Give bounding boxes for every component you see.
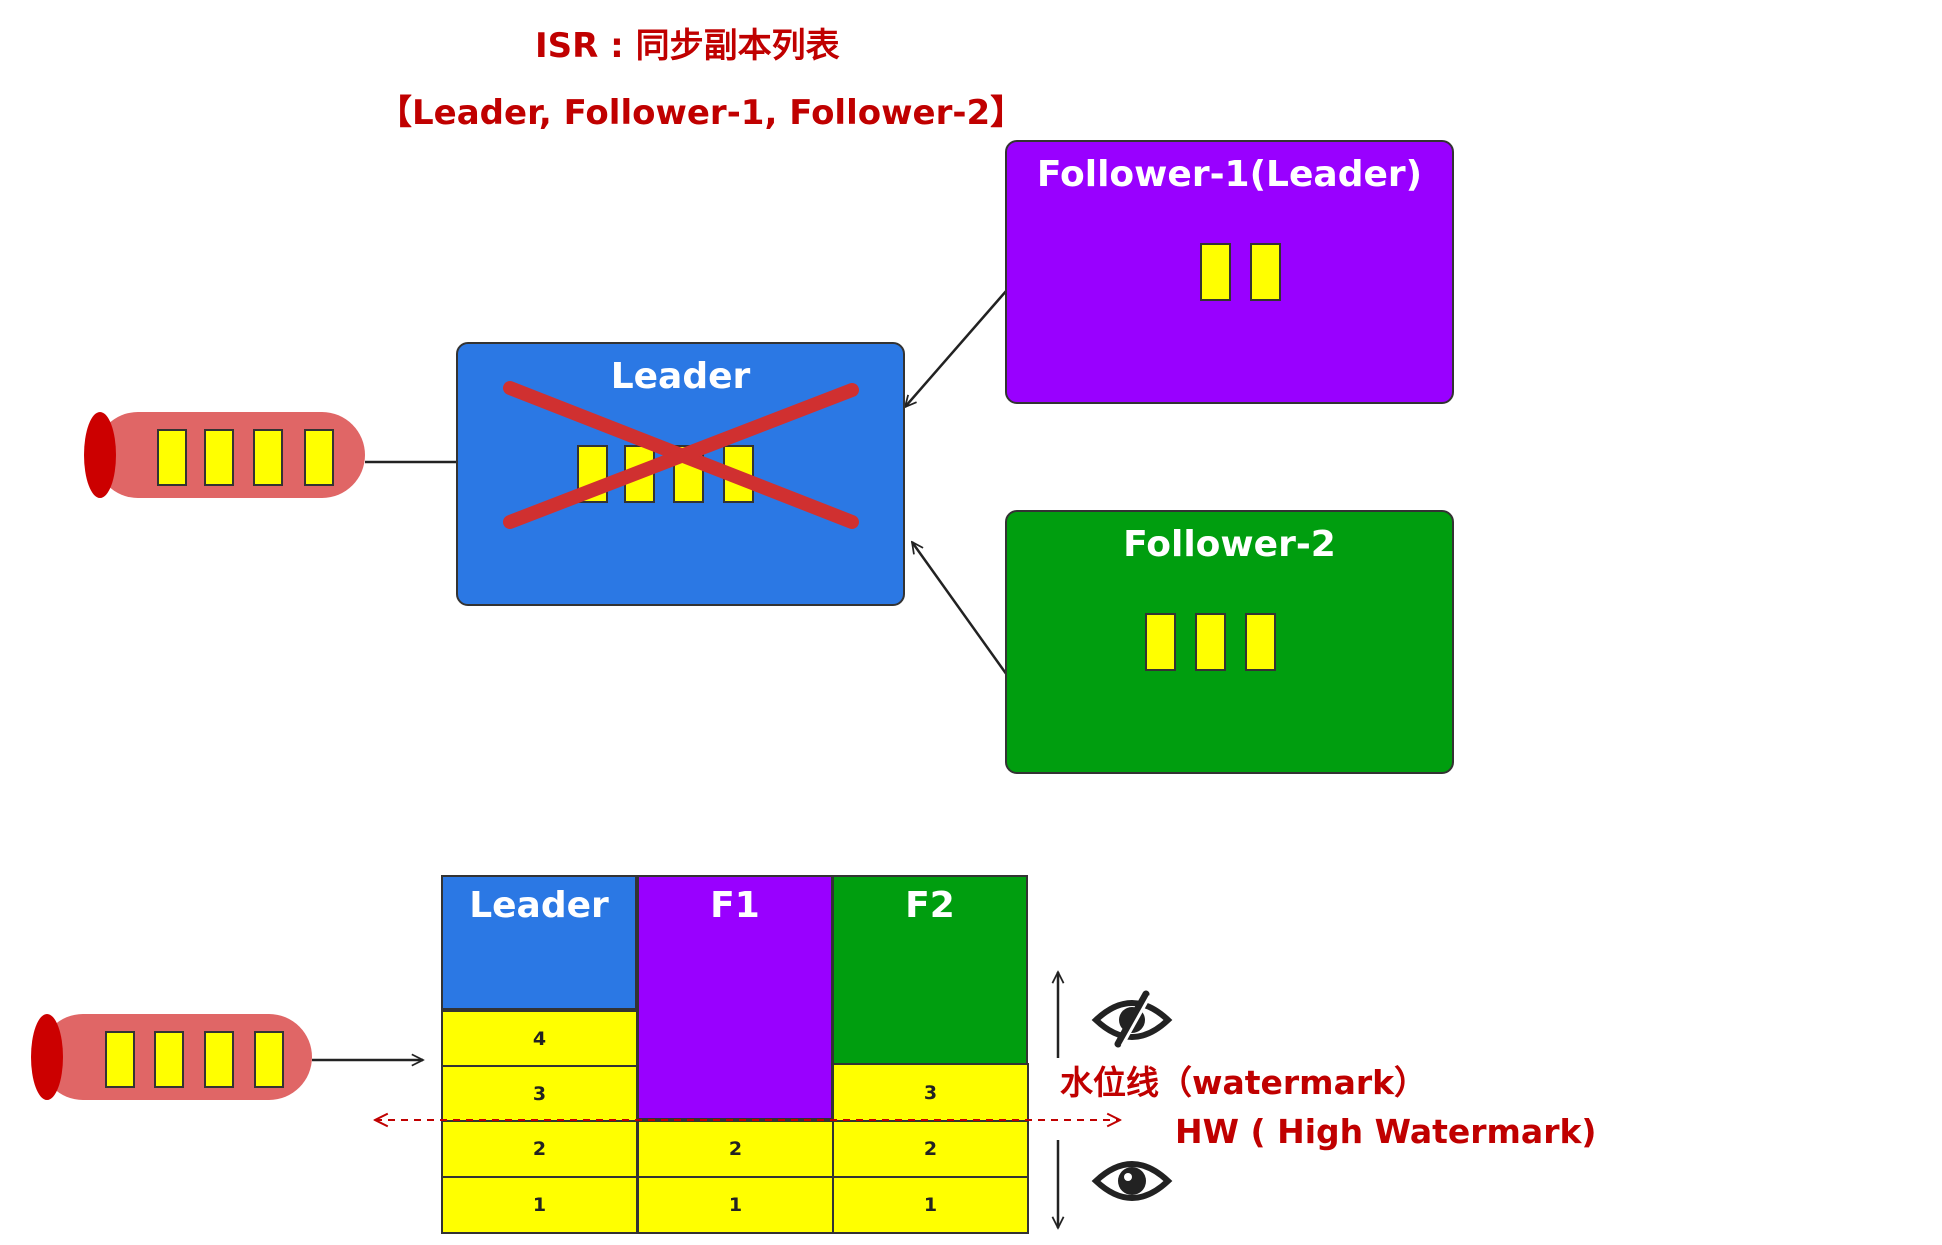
high-watermark-label: HW ( High Watermark) — [1175, 1112, 1597, 1151]
eye-icon — [1091, 1161, 1173, 1201]
watermark-overlay — [0, 0, 1173, 1245]
watermark-label: 水位线（watermark） — [1060, 1063, 1428, 1102]
eye-slash-icon — [1091, 990, 1173, 1048]
